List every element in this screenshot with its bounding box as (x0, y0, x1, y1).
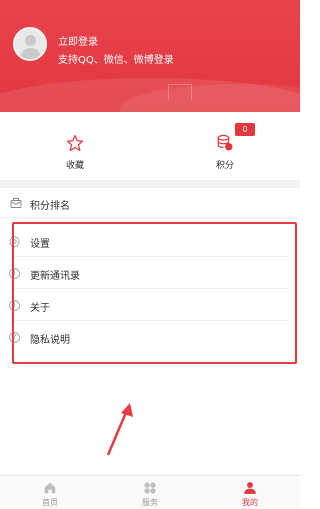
annotation-highlight-box (12, 222, 297, 364)
tab-mine[interactable]: 我的 (200, 476, 300, 509)
profile-header: 立即登录 支持QQ、微信、微博登录 (0, 0, 300, 112)
tab-label: 服务 (142, 498, 158, 507)
ranking-icon (10, 198, 22, 208)
home-icon (44, 482, 56, 494)
grid-icon (144, 482, 156, 494)
tab-home[interactable]: 首页 (0, 476, 100, 509)
points-button[interactable]: 0 积分 (150, 112, 300, 180)
user-icon (244, 482, 256, 494)
ranking-label: 积分排名 (30, 201, 70, 212)
login-link[interactable]: 立即登录 (58, 33, 98, 48)
favorites-label: 收藏 (65, 161, 84, 171)
bottom-tab-bar: 首页 服务 我的 (0, 475, 300, 509)
points-badge: 0 (235, 123, 255, 136)
section-divider (0, 180, 300, 188)
points-label: 积分 (215, 161, 234, 171)
star-icon (66, 134, 84, 152)
tab-label: 首页 (42, 498, 58, 507)
stats-row: 收藏 0 积分 (0, 112, 300, 180)
favorites-button[interactable]: 收藏 (0, 112, 150, 180)
avatar[interactable] (13, 27, 47, 61)
header-emblem-decoration (168, 84, 192, 100)
tab-service[interactable]: 服务 (100, 476, 200, 509)
annotation-arrow-icon (106, 403, 133, 456)
ranking-row[interactable]: 积分排名 (0, 188, 300, 218)
login-subtitle: 支持QQ、微信、微博登录 (58, 55, 174, 66)
tab-label: 我的 (242, 498, 258, 507)
coins-icon (217, 134, 233, 151)
